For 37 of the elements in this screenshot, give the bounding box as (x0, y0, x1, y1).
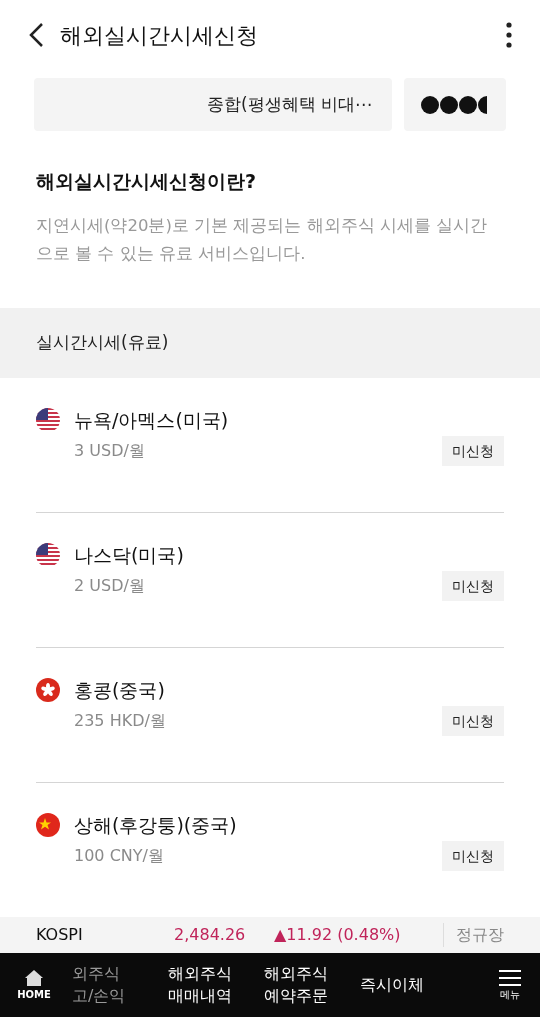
market-price: 235 HKD/월 (74, 710, 166, 732)
menu-button[interactable]: 메뉴 (488, 968, 532, 1002)
flag-icon (36, 812, 60, 837)
status-badge[interactable]: 미신청 (442, 571, 504, 601)
account-selector[interactable]: 종합(평생혜택 비대⋯ (34, 78, 392, 131)
market-name: 나스닥(미국) (74, 542, 184, 568)
intro-title: 해외실시간시세신청이란? (36, 169, 258, 194)
market-name: 상해(후강퉁)(중국) (74, 812, 237, 838)
flag-icon (36, 542, 60, 567)
home-icon (24, 968, 44, 987)
flag-icon (36, 407, 60, 432)
market-session: 정규장 (443, 923, 504, 947)
status-badge[interactable]: 미신청 (442, 841, 504, 871)
status-badge[interactable]: 미신청 (442, 706, 504, 736)
index-name: KOSPI (36, 924, 84, 946)
status-badge[interactable]: 미신청 (442, 436, 504, 466)
nav-shortcut[interactable]: 외주식 고/손익 (72, 963, 168, 1007)
more-icon (506, 22, 512, 48)
index-value: 2,484.26 (174, 924, 247, 946)
nav-shortcut[interactable]: 즉시이체 (360, 974, 456, 996)
home-tab[interactable]: HOME (8, 968, 60, 1002)
market-price: 3 USD/월 (74, 440, 145, 462)
page-title: 해외실시간시세신청 (60, 21, 259, 50)
market-price: 2 USD/월 (74, 575, 145, 597)
masked-digits-icon (420, 94, 490, 115)
intro-description: 지연시세(약20분)로 기본 제공되는 해외주식 시세를 실시간으로 볼 수 있는 유료 서비스입니다. (36, 214, 489, 265)
market-price: 100 CNY/월 (74, 845, 164, 867)
market-name: 뉴욕/아멕스(미국) (74, 407, 229, 433)
index-change: ▲11.92 (0.48%) (274, 924, 402, 946)
market-name: 홍콩(중국) (74, 677, 165, 703)
back-icon (28, 22, 44, 48)
section-header: 실시간시세(유료) (0, 307, 540, 378)
flag-icon (36, 677, 60, 702)
menu-icon (499, 968, 521, 987)
nav-shortcut[interactable]: 해외주식 예약주문 (264, 963, 360, 1007)
account-number-button[interactable] (404, 78, 506, 131)
nav-shortcut[interactable]: 해외주식 매매내역 (168, 963, 264, 1007)
